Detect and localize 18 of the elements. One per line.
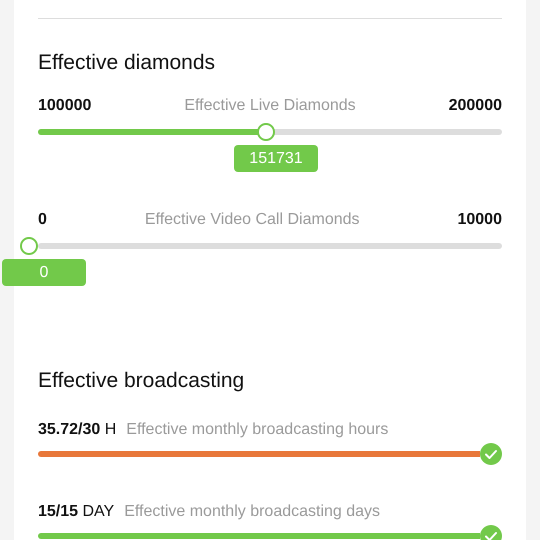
max-value: 10000 xyxy=(457,211,502,229)
progress-value: 35.72/30 H xyxy=(38,421,116,439)
min-value: 100000 xyxy=(38,97,92,115)
slider-thumb[interactable] xyxy=(20,237,38,255)
slider-label: Effective Live Diamonds xyxy=(184,97,356,115)
section-heading: Effective diamonds xyxy=(38,50,216,75)
value-tooltip: 151731 xyxy=(234,145,318,172)
slider-thumb[interactable] xyxy=(256,123,274,141)
max-value: 200000 xyxy=(448,97,502,115)
progress-value: 15/15 DAY xyxy=(38,503,114,521)
progress-label: Effective monthly broadcasting days xyxy=(124,503,380,521)
value-tooltip: 0 xyxy=(2,259,86,286)
slider-label: Effective Video Call Diamonds xyxy=(144,211,360,229)
min-value: 0 xyxy=(38,211,47,229)
slider-track[interactable] xyxy=(38,243,502,249)
section-heading: Effective broadcasting xyxy=(38,368,246,393)
slider-track[interactable] xyxy=(38,129,502,135)
progress-label: Effective monthly broadcasting hours xyxy=(126,421,388,439)
